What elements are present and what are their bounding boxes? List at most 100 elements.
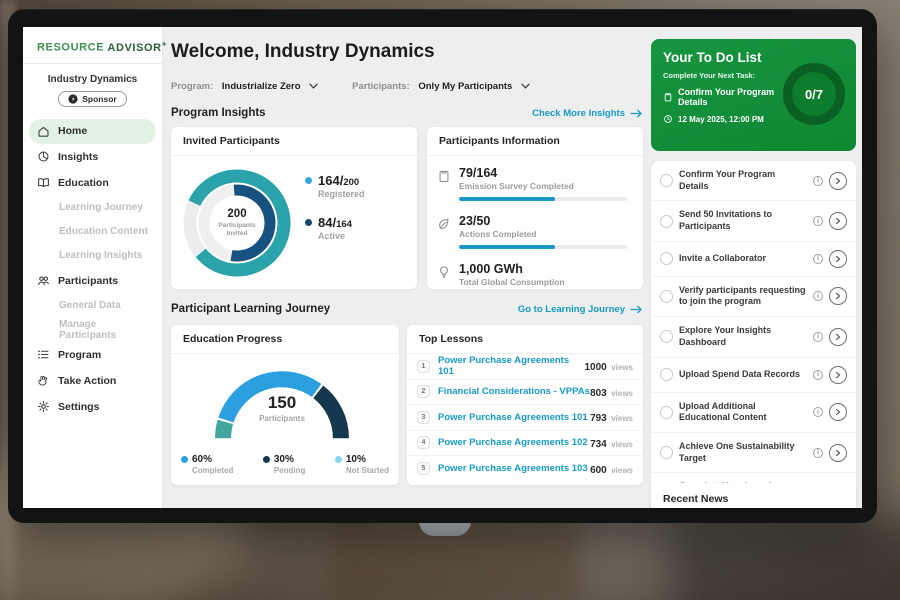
lesson-rank-badge: 5: [417, 462, 430, 475]
stat-actions-completed: 23/50Actions Completed: [437, 214, 631, 249]
lesson-link[interactable]: Power Purchase Agreements 102: [438, 437, 588, 448]
task-row-upload-spend-data-records: Upload Spend Data Records i: [651, 358, 856, 393]
monitor-stand: [419, 521, 471, 536]
sidebar-item-general-data[interactable]: General Data: [23, 294, 162, 318]
actions-icon: [437, 217, 451, 231]
consumption-icon: [437, 265, 451, 279]
stat-label: Total Global Consumption: [459, 277, 565, 287]
task-checkbox[interactable]: [660, 290, 673, 303]
legend-dot: [305, 219, 312, 226]
sponsor-badge[interactable]: Sponsor: [58, 91, 126, 107]
task-actions: i: [813, 212, 847, 230]
sidebar-item-participants[interactable]: Participants: [23, 268, 162, 294]
gauge-legend: 60%Completed30%Pending10%Not Started: [181, 454, 389, 475]
stat-emission-survey-completed: 79/164Emission Survey Completed: [437, 166, 631, 201]
lesson-link[interactable]: Financial Considerations - VPPAs: [438, 386, 590, 397]
sidebar-item-learning-insights[interactable]: Learning Insights: [23, 244, 162, 268]
task-label: Upload Spend Data Records: [679, 369, 800, 381]
gauge-legend-line: 30%: [263, 454, 306, 465]
settings-icon: [37, 400, 50, 413]
sidebar-item-education[interactable]: Education: [23, 170, 162, 196]
stat-text: 1,000 GWhTotal Global Consumption: [459, 262, 565, 287]
participants-filter-label: Participants:: [352, 81, 410, 92]
info-icon[interactable]: i: [813, 370, 823, 380]
task-label: Explore Your Insights Dashboard: [679, 325, 807, 348]
todo-progress-value: 0/7: [805, 87, 823, 102]
info-icon[interactable]: i: [813, 291, 823, 301]
task-checkbox[interactable]: [660, 215, 673, 228]
info-icon[interactable]: i: [813, 407, 823, 417]
top-lessons-card: Top Lessons 1Power Purchase Agreements 1…: [407, 325, 643, 485]
info-icon[interactable]: i: [813, 332, 823, 342]
sidebar-item-insights[interactable]: Insights: [23, 144, 162, 170]
stat-text: 23/50Actions Completed: [459, 214, 627, 249]
lesson-link[interactable]: Power Purchase Agreements 101: [438, 355, 585, 377]
task-checkbox[interactable]: [660, 368, 673, 381]
gauge-center: 150 Participants: [207, 393, 357, 423]
lesson-views: 734 views: [590, 434, 633, 452]
legend-line: 164/200: [305, 173, 365, 188]
lesson-rank-badge: 2: [417, 385, 430, 398]
sidebar-item-manage-participants[interactable]: Manage Participants: [23, 318, 162, 342]
task-checkbox[interactable]: [660, 252, 673, 265]
task-actions: i: [813, 328, 847, 346]
task-open-button[interactable]: [829, 172, 847, 190]
stat-label: Actions Completed: [459, 229, 627, 239]
invited-participants-card: Invited Participants 200 Participants In…: [171, 127, 417, 289]
program-filter[interactable]: Program: Industrialize Zero: [171, 81, 318, 92]
sidebar-item-label: Learning Insights: [59, 250, 142, 261]
task-open-button[interactable]: [829, 250, 847, 268]
stat-progress-fill: [459, 245, 555, 249]
check-more-insights-link[interactable]: Check More Insights: [532, 108, 643, 119]
todo-next-task: Confirm Your Program Details: [663, 87, 791, 107]
task-label: Send 50 Invitations to Participants: [679, 209, 807, 232]
task-checkbox[interactable]: [660, 174, 673, 187]
task-actions: i: [813, 444, 847, 462]
participants-information-stats: 79/164Emission Survey Completed 23/50Acti…: [427, 156, 643, 287]
task-label: Achieve One Sustainability Target: [679, 441, 807, 464]
learning-journey-title: Participant Learning Journey: [171, 303, 330, 315]
monitor-bezel: RESOURCE ADVISOR+ Industry Dynamics Spon…: [8, 9, 877, 523]
todo-tasks-card: Confirm Your Program DetailsiSend 50 Inv…: [651, 161, 856, 508]
sidebar-item-take-action[interactable]: Take Action: [23, 368, 162, 394]
info-icon[interactable]: i: [813, 176, 823, 186]
lesson-row: 3Power Purchase Agreements 101793 views: [407, 405, 643, 431]
arrow-right-icon: [630, 305, 643, 314]
task-checkbox[interactable]: [660, 406, 673, 419]
info-icon[interactable]: i: [813, 448, 823, 458]
task-open-button[interactable]: [829, 444, 847, 462]
stat-label: Emission Survey Completed: [459, 181, 627, 191]
task-open-button[interactable]: [829, 328, 847, 346]
todo-next-task-label: Confirm Your Program Details: [678, 87, 791, 107]
sidebar-item-label: General Data: [59, 300, 121, 311]
sidebar-item-program[interactable]: Program: [23, 342, 162, 368]
participants-filter[interactable]: Participants: Only My Participants: [352, 81, 530, 92]
recent-news-title: Recent News: [651, 483, 856, 508]
task-open-button[interactable]: [829, 403, 847, 421]
go-to-learning-journey-link[interactable]: Go to Learning Journey: [518, 304, 643, 315]
sidebar-item-education-content[interactable]: Education Content: [23, 220, 162, 244]
task-open-button[interactable]: [829, 366, 847, 384]
lesson-link[interactable]: Power Purchase Agreements 101: [438, 412, 588, 423]
take-action-icon: [37, 374, 50, 387]
legend-value: 84/164: [318, 215, 352, 230]
sidebar-item-label: Take Action: [58, 375, 116, 387]
info-icon[interactable]: i: [813, 216, 823, 226]
stat-progress-fill: [459, 197, 555, 201]
task-checkbox[interactable]: [660, 446, 673, 459]
clipboard-icon: [663, 92, 673, 102]
task-open-button[interactable]: [829, 212, 847, 230]
sidebar-item-home[interactable]: Home: [29, 119, 156, 144]
sidebar-item-settings[interactable]: Settings: [23, 394, 162, 420]
gauge-legend-line: 60%: [181, 454, 233, 465]
check-more-insights-label: Check More Insights: [532, 108, 625, 119]
task-actions: i: [813, 366, 847, 384]
education-progress-title: Education Progress: [171, 325, 399, 354]
lesson-link[interactable]: Power Purchase Agreements 103: [438, 463, 588, 474]
sidebar-item-learning-journey[interactable]: Learning Journey: [23, 196, 162, 220]
main-content: Welcome, Industry Dynamics Program: Indu…: [163, 27, 651, 508]
task-checkbox[interactable]: [660, 330, 673, 343]
info-icon[interactable]: i: [813, 254, 823, 264]
legend-line: 84/164: [305, 215, 365, 230]
task-open-button[interactable]: [829, 287, 847, 305]
